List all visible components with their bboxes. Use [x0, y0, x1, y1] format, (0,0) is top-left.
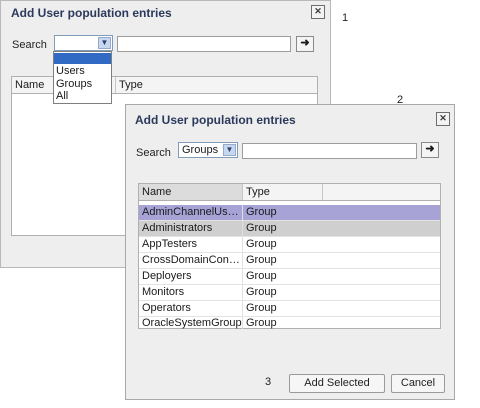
add-user-population-dialog-2: Add User population entries ✕ Search Gro…	[125, 104, 455, 400]
search-input[interactable]	[117, 36, 291, 52]
group-name: AdminChannelUsers	[139, 205, 243, 220]
dialog-title: Add User population entries	[135, 113, 296, 127]
table-row[interactable]: AppTesters Group	[139, 237, 440, 253]
group-type: Group	[246, 222, 277, 234]
group-type: Group	[246, 254, 277, 266]
group-type: Group	[246, 206, 277, 218]
search-label: Search	[136, 147, 171, 159]
close-icon[interactable]: ✕	[436, 112, 450, 126]
callout-3: 3	[265, 376, 272, 388]
column-header-name[interactable]: Name	[139, 184, 243, 200]
table-row[interactable]: OracleSystemGroup Group	[139, 317, 440, 329]
column-header-type[interactable]: Type	[243, 184, 323, 200]
table-row[interactable]: Administrators Group	[139, 221, 440, 237]
chevron-down-icon[interactable]: ▼	[98, 37, 111, 49]
arrow-right-icon[interactable]: ➜	[296, 36, 314, 52]
add-selected-button[interactable]: Add Selected	[289, 374, 385, 393]
chevron-down-icon[interactable]: ▼	[223, 144, 236, 156]
search-type-value: Groups	[182, 144, 219, 156]
column-header-type[interactable]: Type	[116, 77, 206, 93]
search-type-select[interactable]: ▼	[54, 35, 113, 51]
group-name: AppTesters	[139, 237, 243, 252]
table-row[interactable]: Operators Group	[139, 301, 440, 317]
group-type: Group	[246, 238, 277, 250]
group-type: Group	[246, 286, 277, 298]
group-name: OracleSystemGroup	[139, 317, 243, 329]
search-type-select[interactable]: Groups ▼	[178, 142, 238, 158]
search-input[interactable]	[242, 143, 417, 159]
callout-1: 1	[342, 12, 349, 24]
search-label: Search	[12, 39, 47, 51]
group-name: Monitors	[139, 285, 243, 300]
group-name: CrossDomainConn...	[139, 253, 243, 268]
close-icon[interactable]: ✕	[311, 5, 325, 19]
group-type: Group	[246, 302, 277, 314]
group-type: Group	[246, 317, 277, 329]
dropdown-option-blank[interactable]	[54, 53, 111, 64]
table-row[interactable]: CrossDomainConn... Group	[139, 253, 440, 269]
table-row[interactable]: AdminChannelUsers Group	[139, 205, 440, 221]
group-name: Operators	[139, 301, 243, 316]
dropdown-option-users[interactable]: Users	[54, 66, 111, 77]
arrow-right-icon[interactable]: ➜	[421, 142, 439, 158]
results-table: Name Type AdminChannelUsers Group Admini…	[138, 183, 441, 329]
table-row[interactable]: Deployers Group	[139, 269, 440, 285]
cancel-button[interactable]: Cancel	[391, 374, 445, 393]
group-type: Group	[246, 270, 277, 282]
table-row[interactable]: Monitors Group	[139, 285, 440, 301]
callout-2: 2	[397, 94, 404, 106]
group-name: Deployers	[139, 269, 243, 284]
dialog-title: Add User population entries	[11, 6, 172, 20]
group-name: Administrators	[139, 221, 243, 236]
table-header: Name Type	[139, 184, 440, 201]
dropdown-option-all[interactable]: All	[54, 91, 111, 102]
dropdown-option-groups[interactable]: Groups	[54, 79, 111, 90]
search-type-dropdown-list: Users Groups All	[53, 51, 112, 104]
